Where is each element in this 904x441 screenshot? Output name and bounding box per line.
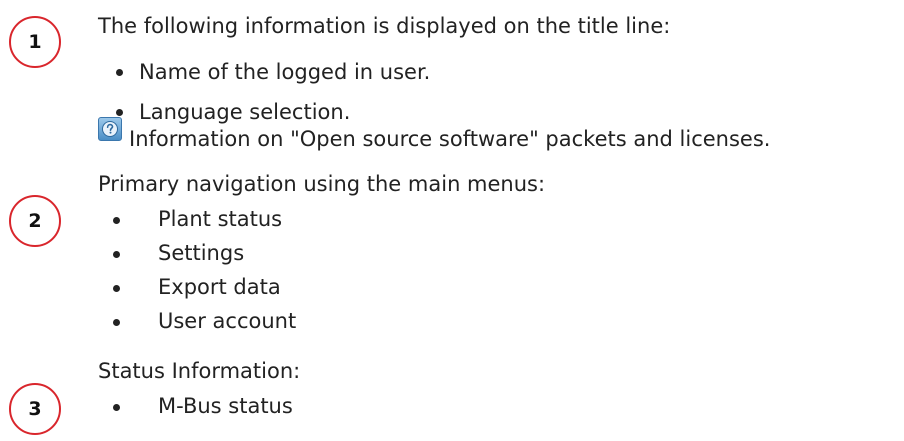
- step-1-badge: 1: [9, 16, 61, 68]
- step-1-number: 1: [28, 31, 42, 53]
- section-1-heading: The following information is displayed o…: [98, 14, 671, 38]
- section-2-item-2: Settings: [158, 241, 245, 265]
- bullet-icon: [116, 69, 123, 76]
- section-1-icon-note: Information on "Open source software" pa…: [129, 127, 771, 151]
- bullet-icon: [113, 285, 120, 292]
- section-1-item-2: Language selection.: [139, 100, 351, 124]
- bullet-icon: [113, 217, 120, 224]
- section-2-item-4: User account: [158, 309, 297, 333]
- bullet-icon: [116, 109, 123, 116]
- section-3-item-1: M-Bus status: [158, 394, 293, 418]
- bullet-icon: [113, 319, 120, 326]
- section-3-heading: Status Information:: [98, 359, 301, 383]
- bullet-icon: [113, 404, 120, 411]
- help-icon: [98, 117, 122, 141]
- step-3-number: 3: [28, 398, 42, 420]
- step-2-number: 2: [28, 210, 42, 232]
- step-3-badge: 3: [9, 383, 61, 435]
- section-1-item-1: Name of the logged in user.: [139, 60, 431, 84]
- step-2-badge: 2: [9, 195, 61, 247]
- section-2-item-1: Plant status: [158, 207, 283, 231]
- bullet-icon: [113, 251, 120, 258]
- section-2-item-3: Export data: [158, 275, 281, 299]
- section-2-heading: Primary navigation using the main menus:: [98, 172, 546, 196]
